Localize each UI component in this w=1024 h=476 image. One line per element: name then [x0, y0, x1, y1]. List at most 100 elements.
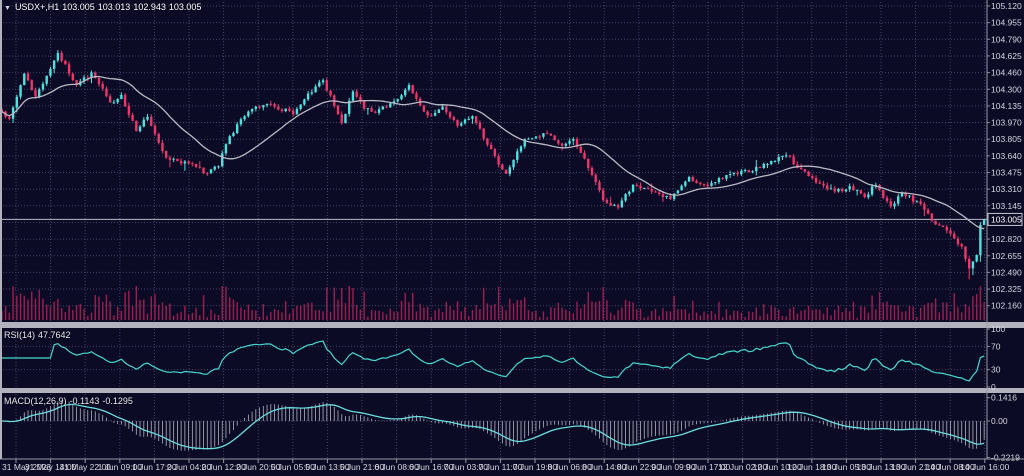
price-axis-label: 103.640: [991, 151, 1022, 161]
candle-body: [169, 158, 171, 160]
candle-body: [774, 161, 776, 162]
candle-body: [501, 165, 503, 170]
candle-body: [475, 116, 477, 123]
candle-body: [49, 69, 51, 76]
price-axis-label: 105.120: [991, 1, 1022, 11]
candle-body: [792, 157, 794, 165]
chart-symbol-period: USDX+,H1: [15, 2, 59, 12]
candle-body: [636, 185, 638, 186]
candle-body: [568, 141, 570, 144]
candle-body: [397, 99, 399, 101]
price-axis-label: 103.310: [991, 184, 1022, 194]
chart-background: [0, 0, 1024, 476]
candle-body: [800, 168, 802, 169]
price-axis-label: 102.160: [991, 301, 1022, 311]
candle-body: [718, 178, 720, 182]
candle-body: [322, 80, 324, 82]
candle-body: [591, 168, 593, 175]
candle-body: [240, 119, 242, 124]
candle-body: [53, 61, 55, 69]
candle-body: [449, 112, 451, 117]
price-axis-label: 104.625: [991, 51, 1022, 61]
candle-body: [161, 143, 163, 151]
candle-body: [583, 153, 585, 159]
candle-body: [748, 170, 750, 172]
candle-body: [184, 162, 186, 164]
candle-body: [512, 160, 514, 167]
candle-body: [923, 204, 925, 210]
candle-body: [23, 74, 25, 86]
candle-body: [296, 109, 298, 115]
candle-body: [329, 91, 331, 96]
candle-body: [210, 169, 212, 173]
macd-indicator-label: MACD(12,26,9)-0.1143-0.1295: [4, 396, 136, 406]
candle-body: [225, 144, 227, 153]
price-axis-label: 103.475: [991, 168, 1022, 178]
candle-body: [692, 177, 694, 181]
candle-body: [199, 167, 201, 168]
candle-body: [759, 167, 761, 168]
candle-body: [490, 145, 492, 149]
candle-body: [385, 107, 387, 108]
candle-body: [766, 164, 768, 165]
candle-body: [8, 117, 10, 119]
candle-body: [307, 94, 309, 100]
chart-dropdown-icon: ▼: [4, 5, 11, 12]
candle-body: [311, 92, 313, 93]
candle-body: [729, 174, 731, 175]
candle-body: [755, 167, 757, 171]
candle-body: [983, 219, 985, 224]
candle-body: [621, 201, 623, 208]
candle-body: [822, 184, 824, 186]
candle-body: [404, 90, 406, 96]
candle-body: [942, 226, 944, 227]
candle-body: [598, 182, 600, 190]
candle-body: [124, 95, 126, 106]
candle-body: [897, 196, 899, 203]
price-axis-label: 104.790: [991, 34, 1022, 44]
candle-body: [606, 200, 608, 203]
rsi-axis-label: 100: [991, 324, 1005, 334]
candle-body: [247, 112, 249, 117]
candle-body: [438, 110, 440, 113]
candle-body: [781, 156, 783, 157]
candle-body: [744, 170, 746, 171]
candle-body: [763, 164, 765, 168]
candle-body: [27, 74, 29, 81]
candle-body: [565, 144, 567, 146]
candle-body: [426, 112, 428, 116]
candle-body: [31, 80, 33, 90]
candle-body: [770, 161, 772, 164]
candle-body: [882, 190, 884, 198]
price-axis-label: 102.655: [991, 251, 1022, 261]
candle-body: [38, 90, 40, 97]
candle-body: [214, 167, 216, 170]
candle-body: [852, 186, 854, 190]
candle-body: [352, 92, 354, 101]
candle-body: [113, 102, 115, 103]
candle-body: [665, 196, 667, 197]
macd-signal-value: -0.1295: [102, 396, 133, 406]
candle-body: [890, 201, 892, 206]
candle-body: [837, 189, 839, 192]
candle-body: [102, 84, 104, 89]
candle-body: [509, 167, 511, 174]
candle-body: [867, 194, 869, 197]
candlestick-chart[interactable]: 105.120104.955104.790104.625104.460104.3…: [0, 0, 1024, 476]
candle-body: [946, 227, 948, 231]
candle-body: [580, 147, 582, 153]
window-left-edge: [0, 0, 2, 459]
candle-body: [143, 120, 145, 127]
candle-body: [845, 189, 847, 191]
candle-body: [42, 84, 44, 90]
candle-body: [456, 120, 458, 126]
candle-body: [714, 182, 716, 183]
candle-body: [856, 190, 858, 191]
candle-body: [550, 134, 552, 136]
candle-body: [736, 173, 738, 174]
candle-body: [912, 195, 914, 201]
candle-body: [934, 221, 936, 225]
candle-body: [751, 171, 753, 172]
candle-body: [158, 134, 160, 143]
candle-body: [893, 204, 895, 207]
